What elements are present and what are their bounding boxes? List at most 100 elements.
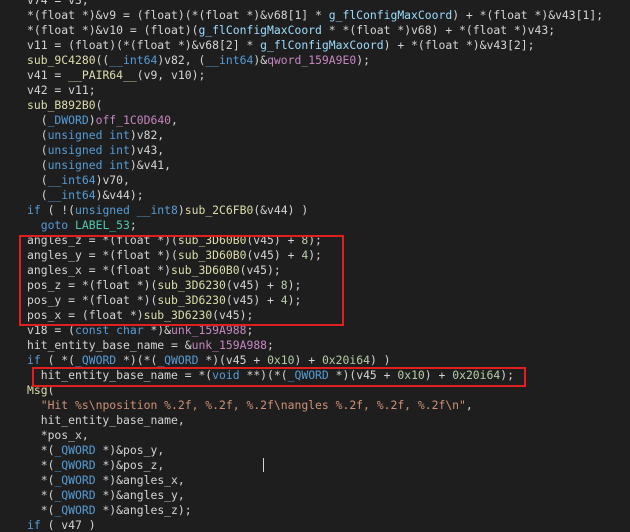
code-token: qword_159A9E0 <box>267 53 357 67</box>
code-token: sub_3D6230 <box>157 278 226 292</box>
code-line[interactable]: pos_z = *(float *)(sub_3D6230(v45) + 8); <box>27 278 301 293</box>
code-line[interactable]: (unsigned int)v43, <box>27 143 164 158</box>
code-line[interactable]: *(_QWORD *)&pos_z, <box>27 458 164 473</box>
code-line[interactable]: *(_QWORD *)&angles_z); <box>27 503 192 518</box>
code-token: _QWORD <box>54 458 96 472</box>
code-token: sub_B892B0 <box>27 98 96 112</box>
code-token: , <box>171 113 178 127</box>
code-token: const char <box>75 323 144 337</box>
code-line[interactable]: pos_y = *(float *)(sub_3D6230(v45) + 4); <box>27 293 301 308</box>
code-line[interactable]: if ( !(unsigned __int8)sub_2C6FB0(&v44) … <box>27 203 308 218</box>
code-line[interactable]: v42 = v11; <box>27 83 96 98</box>
code-line[interactable]: Msg( <box>27 383 54 398</box>
code-token: *)(*( <box>116 353 158 367</box>
code-line[interactable]: hit_entity_base_name = &unk_159A988; <box>27 338 274 353</box>
code-line[interactable]: goto LABEL_53; <box>27 218 137 233</box>
code-line[interactable]: v18 = (const char *)&unk_159A988; <box>27 323 253 338</box>
code-token: *)&angles_z); <box>95 503 192 517</box>
code-token: *( <box>27 488 55 502</box>
code-line[interactable]: (__int64)v70, <box>27 173 130 188</box>
code-token: g_flConfigMaxCoord <box>198 23 322 37</box>
code-line[interactable]: hit_entity_base_name, <box>27 413 185 428</box>
code-token: sub_3D60B0 <box>171 263 240 277</box>
code-token: (v45); <box>212 308 254 322</box>
code-token: (v9, v10); <box>136 68 206 82</box>
code-line[interactable]: sub_B892B0( <box>27 98 102 113</box>
code-token: ); <box>287 293 302 307</box>
code-token: **)(*( <box>239 368 288 382</box>
code-token: ( <box>27 188 48 202</box>
code-token: *)&pos_y, <box>95 443 165 457</box>
code-token: *)&angles_x, <box>95 473 185 487</box>
code-token: sub_2C6FB0 <box>184 203 254 217</box>
code-token: ( <box>47 383 55 397</box>
code-token: ) ) <box>369 353 391 367</box>
code-token: *)(v45 + <box>328 368 398 382</box>
code-token: ); <box>308 233 322 247</box>
code-token: angles_z = *(float *)( <box>27 233 178 247</box>
code-line[interactable]: (_DWORD)off_1C0D640, <box>27 113 178 128</box>
code-token: off_1C0D640 <box>95 113 172 127</box>
code-line[interactable]: (unsigned int)v82, <box>27 128 164 143</box>
code-line[interactable]: *(_QWORD *)&angles_y, <box>27 488 185 503</box>
code-line[interactable]: angles_z = *(float *)(sub_3D60B0(v45) + … <box>27 233 322 248</box>
code-line[interactable]: "Hit %s\nposition %.2f, %.2f, %.2f\nangl… <box>27 398 473 413</box>
code-token: )&v44); <box>95 188 144 202</box>
code-token: (v45) + <box>225 293 281 307</box>
code-line[interactable]: if ( v47 ) <box>27 518 96 532</box>
code-line[interactable]: *(float *)&v10 = (float)(g_flConfigMaxCo… <box>27 23 555 38</box>
code-token: 8 <box>280 278 288 292</box>
code-token: __int64 <box>47 188 96 202</box>
code-token: angles_x = *(float *) <box>27 263 172 277</box>
code-line[interactable]: *(float *)&v9 = (float)(*(float *)&v68[1… <box>27 8 603 23</box>
code-token: if <box>27 518 41 532</box>
code-token: *(float *)&v10 = (float)( <box>27 23 199 37</box>
code-token: __PAIR64__ <box>68 68 137 82</box>
code-line[interactable]: *(_QWORD *)&angles_x, <box>27 473 185 488</box>
code-line[interactable]: v41 = __PAIR64__(v9, v10); <box>27 68 205 83</box>
code-token: goto <box>40 218 69 232</box>
code-line[interactable]: pos_x = (float *)sub_3D6230(v45); <box>27 308 253 323</box>
code-line[interactable]: *pos_x, <box>27 428 89 443</box>
code-token: __int64 <box>205 53 254 67</box>
code-token: sub_3D6230 <box>143 308 213 322</box>
code-line[interactable]: *(_QWORD *)&pos_y, <box>27 443 164 458</box>
code-token: )v82, ( <box>157 53 206 67</box>
code-token: unk_159A988 <box>171 323 247 337</box>
code-line[interactable]: angles_y = *(float *)(sub_3D60B0(v45) + … <box>27 248 322 263</box>
code-token: ); <box>287 278 302 292</box>
code-token: *(float *)&v9 = (float)(*(float *)&v68[1… <box>27 8 329 22</box>
code-token: v11 = (float)(*(float *)&v68[2] * <box>27 38 261 52</box>
code-token: *( <box>27 458 55 472</box>
code-token: hit_entity_base_name = & <box>27 338 192 352</box>
code-token: )&v41, <box>129 158 172 172</box>
code-token: 0x20i64 <box>452 368 501 382</box>
code-token: angles_y = *(float *)( <box>27 248 178 262</box>
code-line[interactable]: if ( *(_QWORD *)(*(_QWORD *)(v45 + 0x10)… <box>27 353 391 368</box>
code-token: ( <box>27 173 48 187</box>
code-token: LABEL_53 <box>75 218 130 232</box>
code-token: 0x20i64 <box>321 353 370 367</box>
code-token: _QWORD <box>157 353 199 367</box>
code-token: ( v47 ) <box>40 518 96 532</box>
code-token: _QWORD <box>75 353 117 367</box>
code-editor[interactable]: v74 = v3; *(float *)&v9 = (float)(*(float… <box>0 0 630 532</box>
code-token: sub_3D6230 <box>157 293 226 307</box>
code-token: ( <box>27 113 48 127</box>
code-token: , <box>465 398 473 412</box>
code-line[interactable]: sub_9C4280((__int64)v82, (__int64)&qword… <box>27 53 370 68</box>
code-line[interactable]: v11 = (float)(*(float *)&v68[2] * g_flCo… <box>27 38 535 53</box>
code-token: hit_entity_base_name, <box>27 413 185 427</box>
code-token: Msg <box>27 383 48 397</box>
code-line[interactable]: (unsigned int)&v41, <box>27 158 171 173</box>
code-token: 0x10 <box>267 353 295 367</box>
code-line[interactable]: (__int64)&v44); <box>27 188 144 203</box>
code-token: void <box>212 368 240 382</box>
code-token: __int64 <box>47 173 96 187</box>
code-line[interactable]: angles_x = *(float *)sub_3D60B0(v45); <box>27 263 281 278</box>
code-line[interactable]: hit_entity_base_name = *(void **)(*(_QWO… <box>27 368 514 383</box>
code-token: ; <box>267 338 274 352</box>
code-line[interactable]: v74 = v3; <box>27 0 89 8</box>
